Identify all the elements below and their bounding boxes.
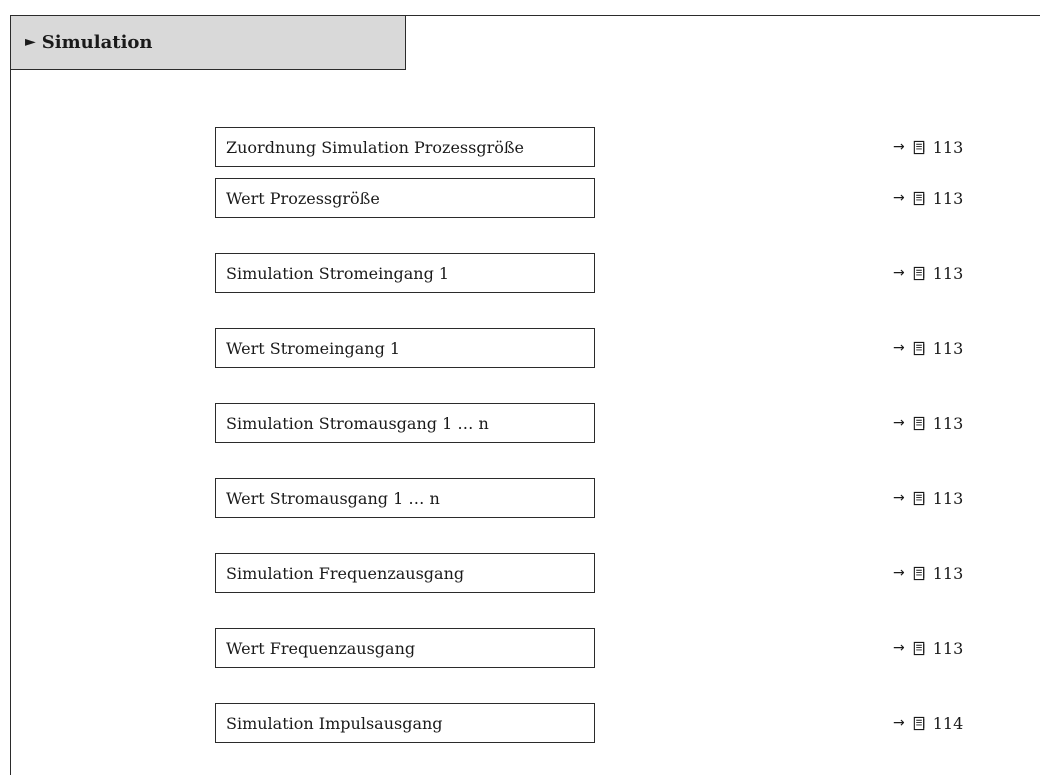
book-icon bbox=[913, 566, 925, 580]
page-number: 113 bbox=[932, 638, 964, 658]
page-reference[interactable]: → 113 bbox=[893, 553, 963, 593]
parameter-list: Zuordnung Simulation Prozessgröße → 113 … bbox=[0, 0, 1040, 751]
parameter-row: Wert Prozessgröße → 113 bbox=[0, 178, 1040, 218]
arrow-right-icon: → bbox=[893, 340, 905, 356]
page-number: 114 bbox=[932, 713, 964, 733]
book-icon bbox=[913, 491, 925, 505]
parameter-box[interactable]: Wert Prozessgröße bbox=[215, 178, 595, 218]
page-number: 113 bbox=[932, 488, 964, 508]
arrow-right-icon: → bbox=[893, 415, 905, 431]
book-icon bbox=[913, 416, 925, 430]
page-number: 113 bbox=[932, 137, 964, 157]
parameter-row: Wert Frequenzausgang → 113 bbox=[0, 628, 1040, 668]
arrow-right-icon: → bbox=[893, 265, 905, 281]
page-number: 113 bbox=[932, 413, 964, 433]
arrow-right-icon: → bbox=[893, 715, 905, 731]
parameter-row: Simulation Stromeingang 1 → 113 bbox=[0, 253, 1040, 293]
book-icon bbox=[913, 341, 925, 355]
parameter-box[interactable]: Zuordnung Simulation Prozessgröße bbox=[215, 127, 595, 167]
page-number: 113 bbox=[932, 188, 964, 208]
parameter-row: Simulation Impulsausgang → 114 bbox=[0, 703, 1040, 743]
book-icon bbox=[913, 641, 925, 655]
page-reference[interactable]: → 113 bbox=[893, 178, 963, 218]
page-reference[interactable]: → 113 bbox=[893, 403, 963, 443]
arrow-right-icon: → bbox=[893, 139, 905, 155]
book-icon bbox=[913, 716, 925, 730]
page-reference[interactable]: → 114 bbox=[893, 703, 963, 743]
parameter-row: Zuordnung Simulation Prozessgröße → 113 bbox=[0, 127, 1040, 167]
page-reference[interactable]: → 113 bbox=[893, 127, 963, 167]
parameter-row: Simulation Frequenzausgang → 113 bbox=[0, 553, 1040, 593]
page-reference[interactable]: → 113 bbox=[893, 328, 963, 368]
book-icon bbox=[913, 266, 925, 280]
page-reference[interactable]: → 113 bbox=[893, 628, 963, 668]
parameter-row: Simulation Stromausgang 1 … n → 113 bbox=[0, 403, 1040, 443]
parameter-box[interactable]: Wert Stromausgang 1 … n bbox=[215, 478, 595, 518]
parameter-box[interactable]: Simulation Impulsausgang bbox=[215, 703, 595, 743]
parameter-row: Wert Stromausgang 1 … n → 113 bbox=[0, 478, 1040, 518]
book-icon bbox=[913, 140, 925, 154]
parameter-box[interactable]: Simulation Stromeingang 1 bbox=[215, 253, 595, 293]
parameter-row: Wert Stromeingang 1 → 113 bbox=[0, 328, 1040, 368]
parameter-box[interactable]: Simulation Stromausgang 1 … n bbox=[215, 403, 595, 443]
arrow-right-icon: → bbox=[893, 640, 905, 656]
book-icon bbox=[913, 191, 925, 205]
parameter-box[interactable]: Simulation Frequenzausgang bbox=[215, 553, 595, 593]
arrow-right-icon: → bbox=[893, 565, 905, 581]
arrow-right-icon: → bbox=[893, 490, 905, 506]
page-number: 113 bbox=[932, 338, 964, 358]
parameter-box[interactable]: Wert Frequenzausgang bbox=[215, 628, 595, 668]
arrow-right-icon: → bbox=[893, 190, 905, 206]
parameter-box[interactable]: Wert Stromeingang 1 bbox=[215, 328, 595, 368]
page-reference[interactable]: → 113 bbox=[893, 253, 963, 293]
page-number: 113 bbox=[932, 263, 964, 283]
page-reference[interactable]: → 113 bbox=[893, 478, 963, 518]
page-number: 113 bbox=[932, 563, 964, 583]
